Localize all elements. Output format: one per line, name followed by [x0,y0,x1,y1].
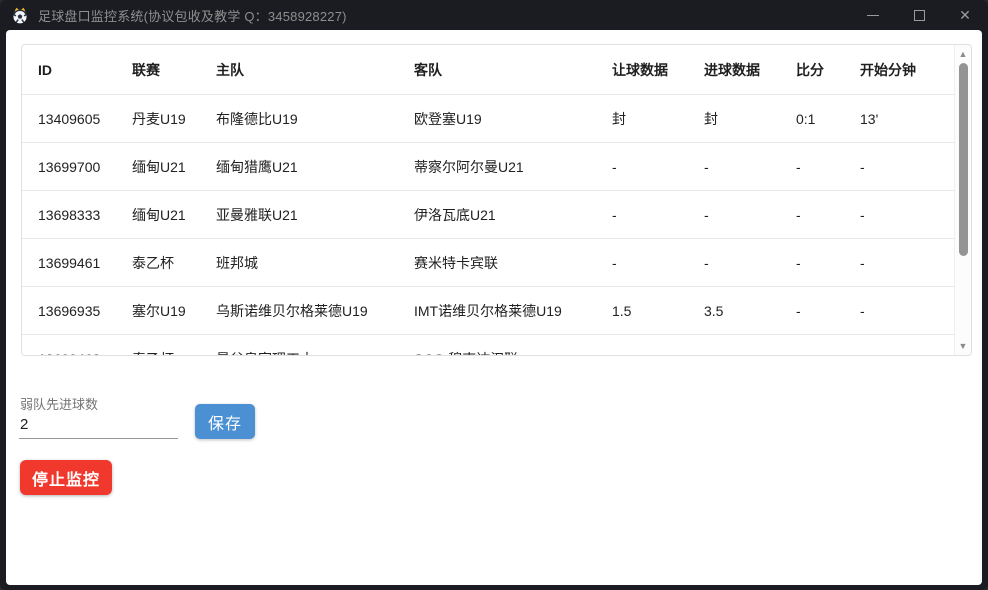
table-cell: - [860,303,936,319]
table-grid: ID联赛主队客队让球数据进球数据比分开始分钟 13409605丹麦U19布隆德比… [22,45,954,355]
window-controls: ✕ [850,0,988,30]
table-cell: - [704,351,796,356]
table-row[interactable]: 13696935塞尔U19乌斯诺维贝尔格莱德U19IMT诺维贝尔格莱德U191.… [22,286,954,334]
goal-count-input[interactable] [19,411,178,439]
table-cell: - [704,159,796,175]
table-cell: 13699462 [22,351,132,356]
table-cell: 泰乙杯 [132,253,216,273]
maximize-icon [914,10,925,21]
save-button[interactable]: 保存 [195,404,255,439]
column-header: 主队 [216,60,414,80]
column-header: 比分 [796,60,860,80]
content-area: ID联赛主队客队让球数据进球数据比分开始分钟 13409605丹麦U19布隆德比… [6,30,982,585]
app-window: 足球盘口监控系统(协议包收及教学 Q：3458928227) ✕ ID联赛主队客… [0,0,988,590]
table-cell: - [860,351,936,356]
table-row[interactable]: 13699462泰乙杯曼谷皇家理工大SCG 穆克达汉联---- [22,334,954,355]
app-logo-soccer-crown-icon [10,5,30,25]
table-cell: IMT诺维贝尔格莱德U19 [414,301,612,321]
scroll-down-icon[interactable]: ▼ [955,340,971,352]
column-header: ID [22,62,132,78]
table-cell: 1.5 [612,303,704,319]
table-cell: 泰乙杯 [132,349,216,356]
table-cell: - [860,255,936,271]
table-cell: 曼谷皇家理工大 [216,349,414,356]
table-cell: 塞尔U19 [132,301,216,321]
table-cell: 乌斯诺维贝尔格莱德U19 [216,301,414,321]
table-cell: 赛米特卡宾联 [414,253,612,273]
column-header: 进球数据 [704,60,796,80]
vertical-scrollbar[interactable]: ▲ ▼ [954,45,971,355]
scrollbar-thumb[interactable] [959,63,968,256]
minimize-icon [867,15,879,16]
table-cell: 蒂察尔阿尔曼U21 [414,157,612,177]
column-header: 开始分钟 [860,60,936,80]
table-cell: SCG 穆克达汉联 [414,349,612,356]
table-cell: - [612,159,704,175]
table-cell: 班邦城 [216,253,414,273]
table-row[interactable]: 13699461泰乙杯班邦城赛米特卡宾联---- [22,238,954,286]
table-cell: 13699461 [22,255,132,271]
table-cell: - [704,255,796,271]
column-header: 联赛 [132,60,216,80]
table-cell: 亚曼雅联U21 [216,205,414,225]
close-button[interactable]: ✕ [942,0,988,30]
table-header-row: ID联赛主队客队让球数据进球数据比分开始分钟 [22,45,954,94]
table-cell: 封 [704,109,796,129]
table-cell: 13699700 [22,159,132,175]
table-cell: - [612,207,704,223]
table-cell: 伊洛瓦底U21 [414,205,612,225]
table-cell: - [860,207,936,223]
table-cell: 13696935 [22,303,132,319]
table-cell: - [796,255,860,271]
close-icon: ✕ [959,8,971,22]
title-bar: 足球盘口监控系统(协议包收及教学 Q：3458928227) ✕ [0,0,988,30]
table-cell: 13' [860,111,936,127]
table-cell: - [796,303,860,319]
table-cell: 布隆德比U19 [216,109,414,129]
matches-table: ID联赛主队客队让球数据进球数据比分开始分钟 13409605丹麦U19布隆德比… [21,44,972,356]
table-cell: 缅甸U21 [132,157,216,177]
table-cell: 3.5 [704,303,796,319]
table-cell: 封 [612,109,704,129]
table-cell: 欧登塞U19 [414,109,612,129]
table-cell: 13698333 [22,207,132,223]
column-header: 客队 [414,60,612,80]
window-title: 足球盘口监控系统(协议包收及教学 Q：3458928227) [38,6,347,25]
stop-monitor-button[interactable]: 停止监控 [20,460,112,495]
minimize-button[interactable] [850,0,896,30]
table-cell: 0:1 [796,111,860,127]
table-cell: 缅甸猎鹰U21 [216,157,414,177]
table-cell: 缅甸U21 [132,205,216,225]
column-header: 让球数据 [612,60,704,80]
table-cell: 13409605 [22,111,132,127]
scroll-up-icon[interactable]: ▲ [955,48,971,60]
table-row[interactable]: 13699700缅甸U21缅甸猎鹰U21蒂察尔阿尔曼U21---- [22,142,954,190]
table-body: 13409605丹麦U19布隆德比U19欧登塞U19封封0:113'136997… [22,94,954,355]
table-cell: - [796,159,860,175]
table-cell: - [704,207,796,223]
table-cell: - [612,255,704,271]
table-cell: - [796,207,860,223]
table-cell: - [796,351,860,356]
table-row[interactable]: 13698333缅甸U21亚曼雅联U21伊洛瓦底U21---- [22,190,954,238]
table-row[interactable]: 13409605丹麦U19布隆德比U19欧登塞U19封封0:113' [22,94,954,142]
table-cell: 丹麦U19 [132,109,216,129]
table-cell: - [860,159,936,175]
table-cell: - [612,351,704,356]
maximize-button[interactable] [896,0,942,30]
